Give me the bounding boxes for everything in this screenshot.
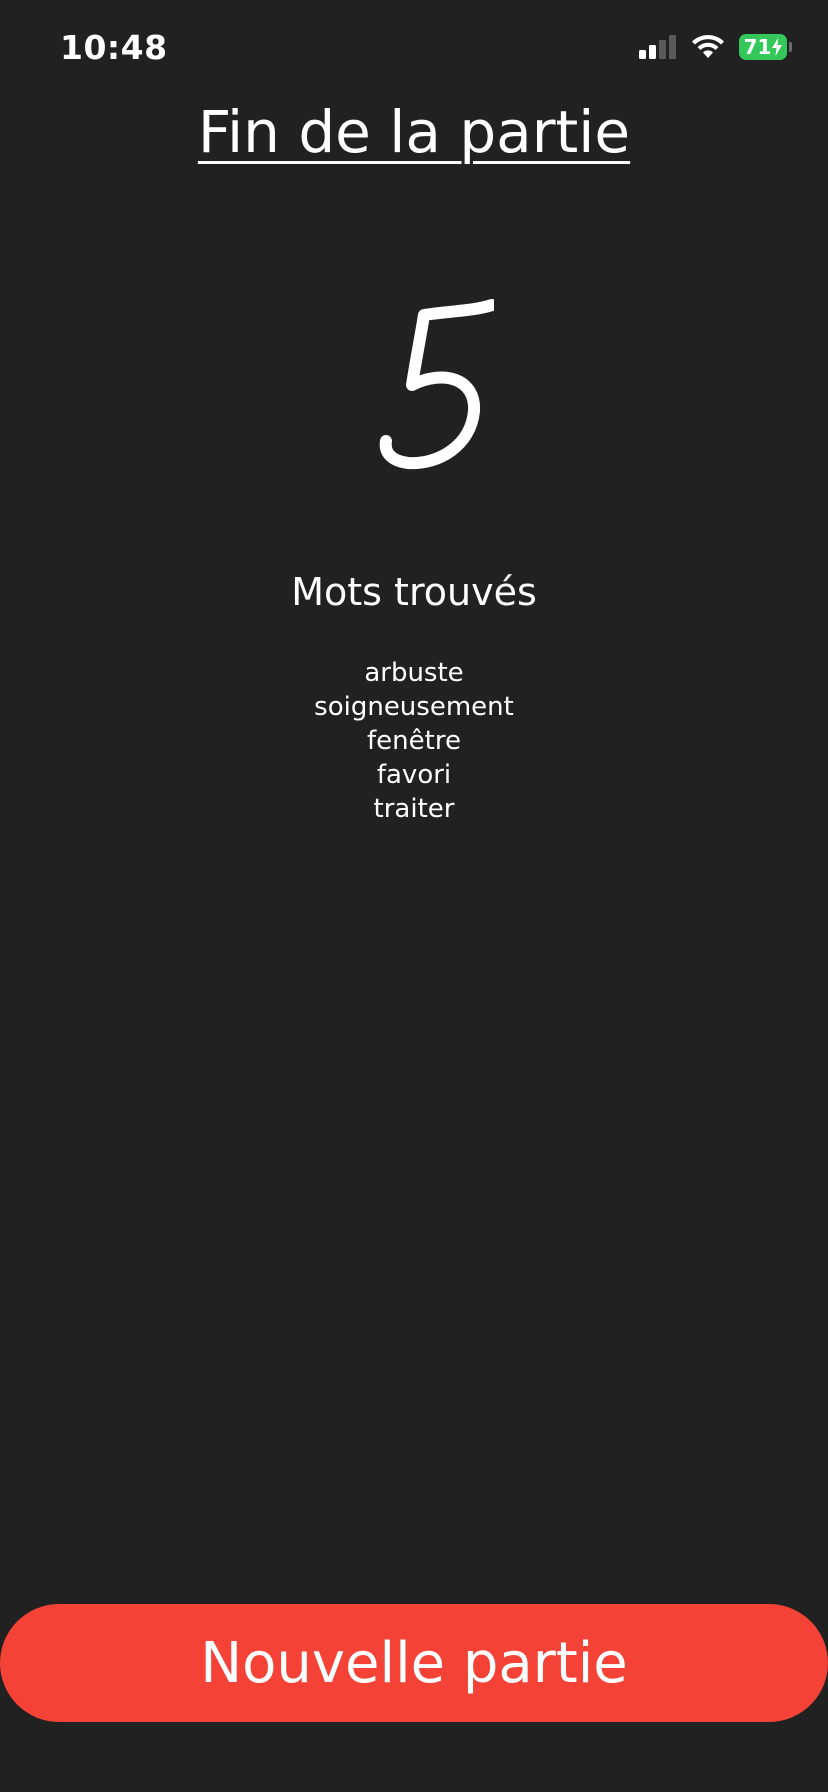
- page-title-text: Fin de la partie: [197, 98, 631, 166]
- status-bar: 10:48 71: [0, 0, 828, 100]
- status-time: 10:48: [60, 28, 168, 67]
- wifi-icon: [692, 35, 724, 58]
- cellular-signal-icon: [639, 35, 676, 59]
- battery-cap: [789, 42, 792, 52]
- list-item: favori: [376, 760, 452, 790]
- battery-level: 71: [743, 35, 772, 59]
- list-item: arbuste: [364, 658, 464, 688]
- new-game-button[interactable]: Nouvelle partie: [0, 1604, 828, 1722]
- found-words-heading: Mots trouvés: [291, 570, 537, 614]
- battery-indicator: 71: [739, 34, 792, 60]
- score-handwritten-digit: [379, 299, 498, 470]
- charging-bolt-icon: [772, 38, 783, 56]
- found-words-list: arbuste soigneusement fenêtre favori tra…: [0, 656, 828, 826]
- battery-icon: 71: [739, 34, 787, 60]
- page-title: Fin de la partie: [0, 98, 828, 166]
- status-icons: 71: [639, 34, 792, 60]
- list-item: traiter: [373, 794, 455, 824]
- list-item: fenêtre: [367, 726, 461, 756]
- list-item: soigneusement: [314, 692, 514, 722]
- score-display: [354, 295, 498, 470]
